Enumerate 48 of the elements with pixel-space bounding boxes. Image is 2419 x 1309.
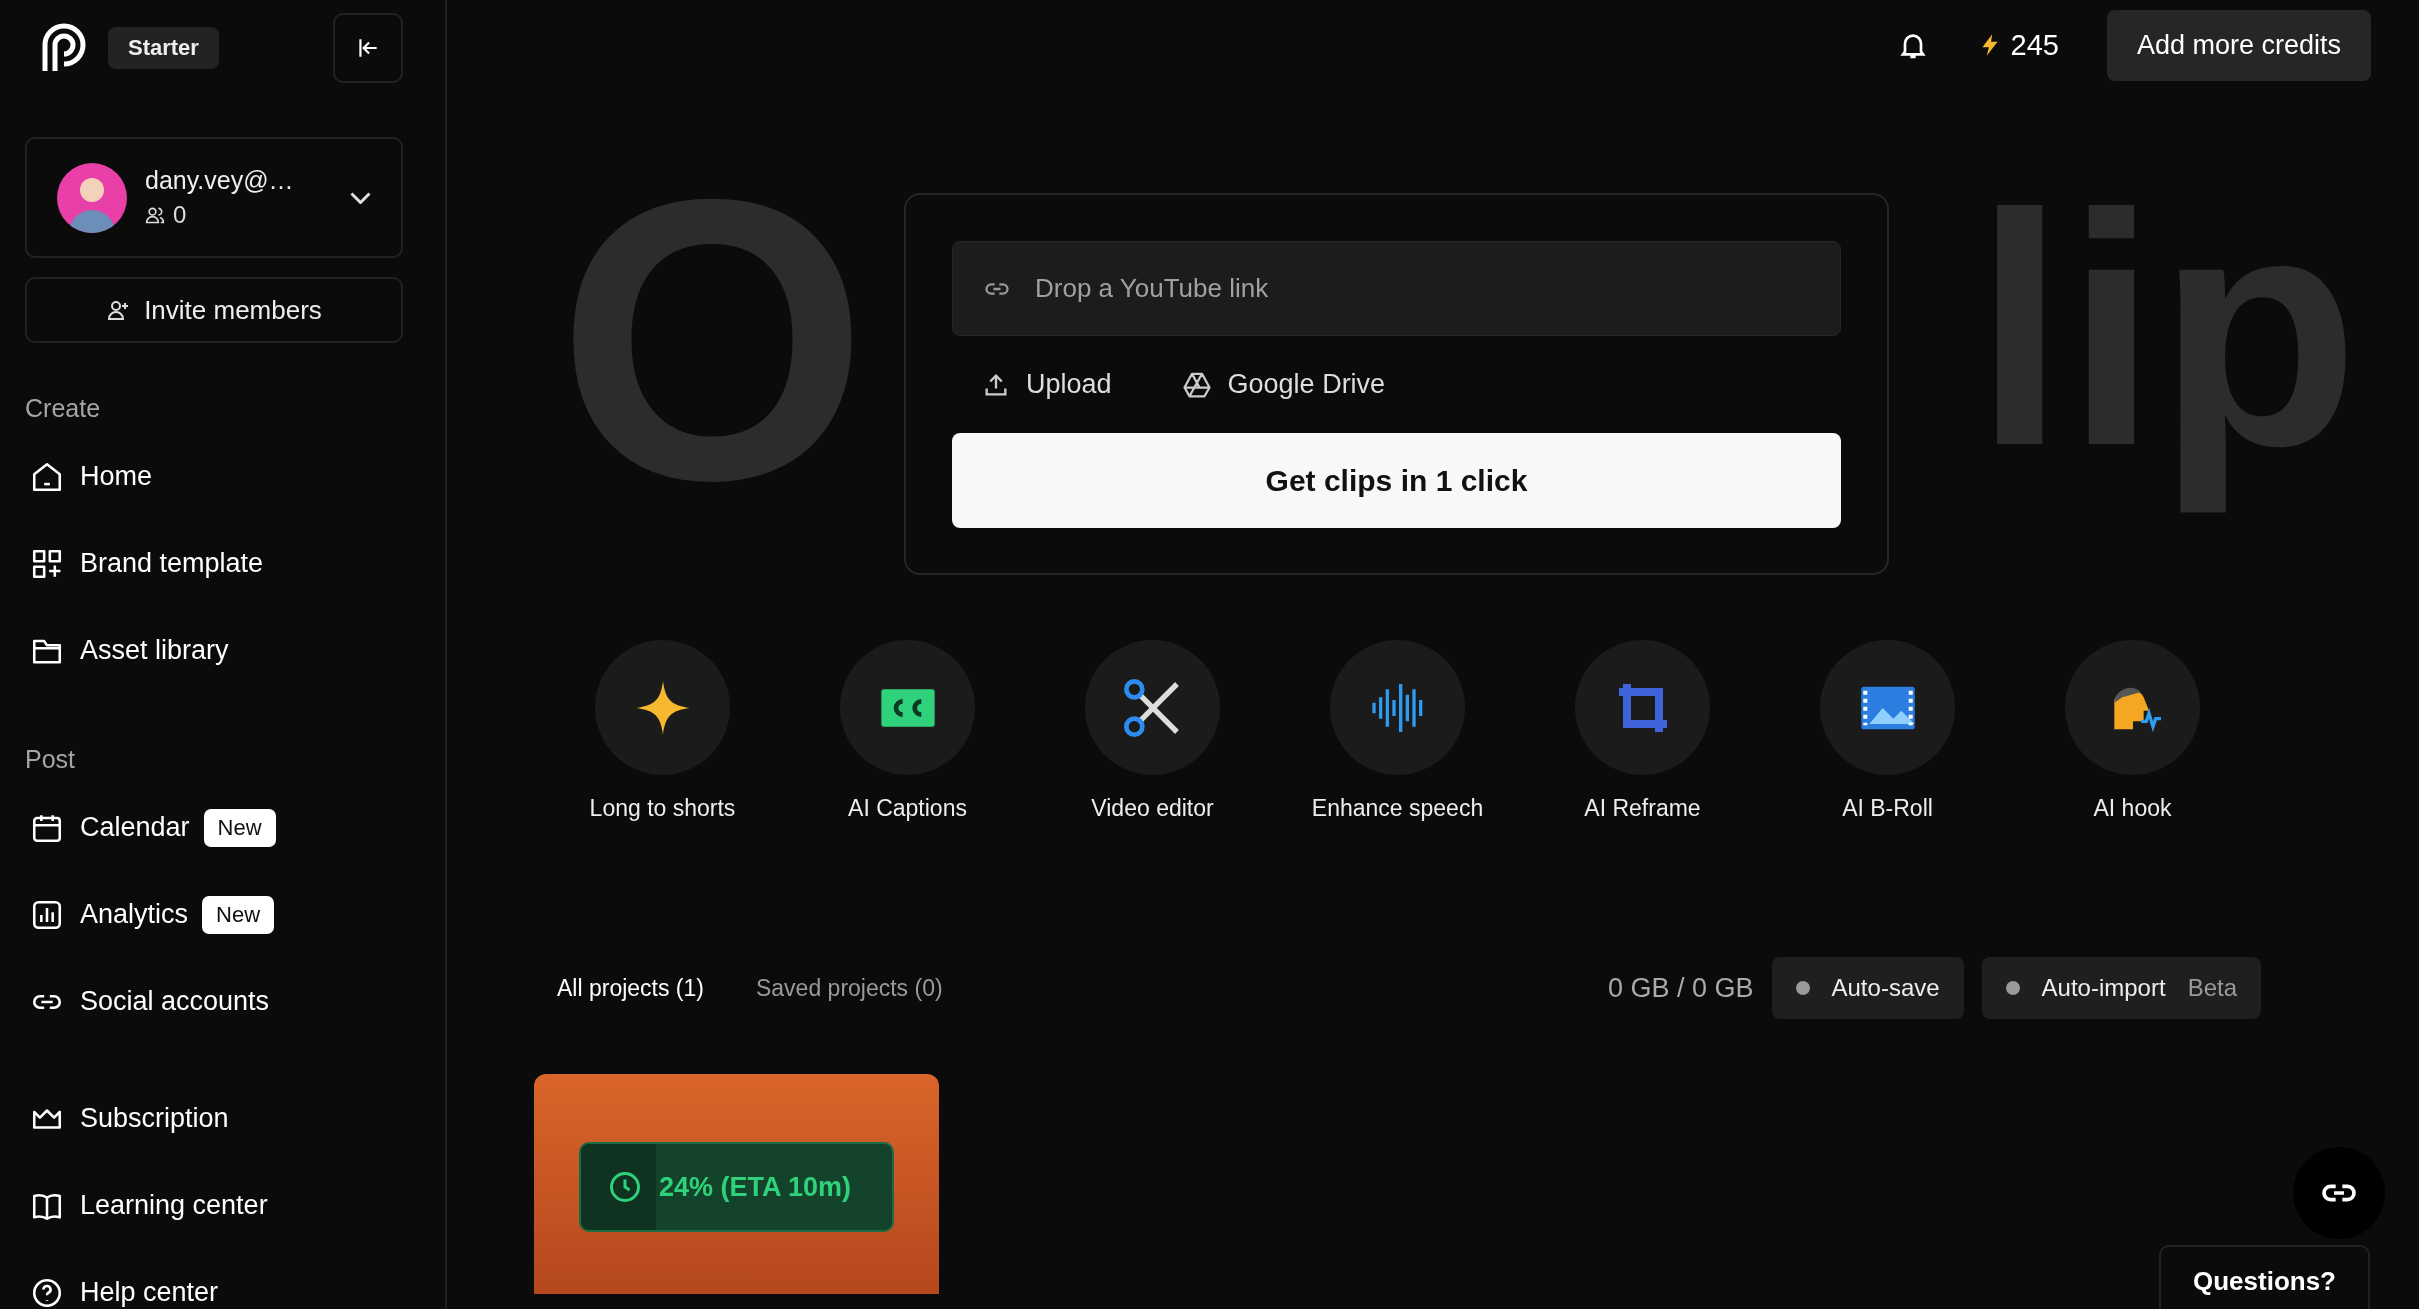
- section-title: Create: [25, 393, 102, 424]
- tool-label: Enhance speech: [1311, 795, 1484, 822]
- members-icon: [145, 205, 165, 225]
- beta-tag: Beta: [2187, 974, 2237, 1002]
- tool-label: AI B-Roll: [1842, 795, 1933, 822]
- nav-item[interactable]: Analytics: [25, 897, 189, 932]
- members-count: 0: [173, 201, 187, 229]
- video-thumbnail-placeholder[interactable]: 24% (ETA 10m): [534, 1074, 939, 1294]
- toggle-chip[interactable]: Auto-import Beta: [1981, 957, 2261, 1019]
- tool-label: AI Reframe: [1584, 795, 1701, 822]
- credits-count: 245: [2010, 28, 2059, 62]
- nav-item[interactable]: Brand template: [25, 546, 264, 581]
- tool-label: AI Captions: [848, 795, 967, 822]
- toggle-chip[interactable]: Auto-save: [1771, 957, 1964, 1019]
- upload-button[interactable]: Upload: [982, 369, 1112, 400]
- new-badge: New: [203, 808, 276, 847]
- tool-label: Video editor: [1091, 795, 1214, 822]
- add-credits-button[interactable]: Add more credits: [2106, 9, 2371, 81]
- projects-tab[interactable]: All projects (1): [557, 974, 704, 1002]
- storage-usage: 0 GB / 0 GB: [1607, 972, 1754, 1004]
- nav-item[interactable]: Learning center: [25, 1188, 268, 1223]
- nav-item[interactable]: Subscription: [25, 1101, 229, 1136]
- nav-item[interactable]: Home: [25, 459, 153, 494]
- account-switcher[interactable]: dany.vey@… 0: [25, 137, 403, 258]
- account-email: dany.vey@…: [145, 166, 295, 195]
- nav-item[interactable]: Calendar: [25, 810, 190, 845]
- youtube-link-field[interactable]: Drop a YouTube link: [952, 241, 1841, 336]
- get-clips-button[interactable]: Get clips in 1 click: [952, 433, 1841, 528]
- chevron-down-icon: [350, 191, 371, 204]
- tool-label: AI hook: [2093, 795, 2172, 822]
- tool-label: Long to shorts: [589, 795, 736, 822]
- new-badge: New: [202, 895, 275, 934]
- section-title: Post: [25, 744, 77, 775]
- nav-item[interactable]: Social accounts: [25, 984, 270, 1019]
- invite-members-button[interactable]: Invite members: [25, 277, 403, 343]
- clock-icon: [607, 1169, 643, 1205]
- toggle-label: Auto-save: [1831, 974, 1940, 1002]
- nav-item[interactable]: Asset library: [25, 633, 229, 668]
- projects-tab[interactable]: Saved projects (0): [756, 974, 943, 1002]
- add-person-icon: [106, 298, 131, 322]
- toggle-label: Auto-import: [2041, 974, 2166, 1002]
- progress-text: 24% (ETA 10m): [659, 1171, 852, 1203]
- google-drive-button[interactable]: Google Drive: [1181, 369, 1386, 400]
- link-input[interactable]: Drop a YouTube link: [1033, 272, 1810, 305]
- collapse-sidebar-button[interactable]: [333, 12, 403, 83]
- nav-item[interactable]: Help center: [25, 1275, 219, 1309]
- questions-button[interactable]: Questions?: [2159, 1245, 2370, 1309]
- plan-badge: Starter: [108, 26, 219, 69]
